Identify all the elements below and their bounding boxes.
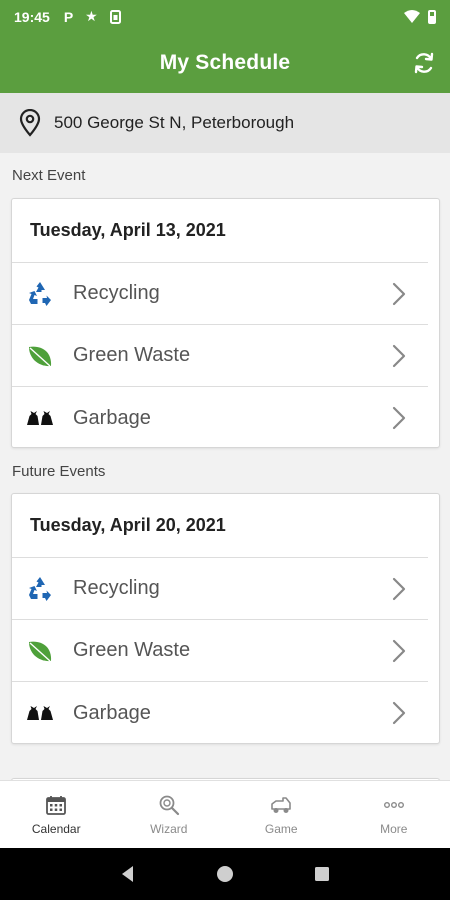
event-item-green-waste[interactable]: Green Waste [12, 325, 428, 387]
truck-icon [271, 796, 292, 813]
star-icon: ★ [85, 8, 98, 24]
status-bar: 19:45 P ★ [0, 0, 450, 33]
garbage-bags-icon [25, 403, 55, 433]
p-icon: P [63, 8, 74, 25]
recents-icon[interactable] [312, 864, 332, 884]
event-item-label: Recycling [73, 577, 160, 599]
event-item-recycling[interactable]: Recycling [12, 263, 428, 325]
event-item-label: Recycling [73, 282, 160, 304]
chevron-right-icon [392, 701, 406, 725]
next-event-card: Tuesday, April 13, 2021 Recycling Green … [11, 198, 440, 448]
event-item-label: Green Waste [73, 639, 191, 661]
location-pin-icon [19, 109, 41, 137]
garbage-bags-icon [25, 698, 55, 728]
wifi-icon [404, 9, 420, 23]
back-icon[interactable] [118, 864, 138, 884]
chevron-right-icon [392, 639, 406, 662]
page-title: My Schedule [159, 51, 291, 74]
nav-label: Game [264, 821, 298, 836]
chevron-right-icon [392, 577, 406, 600]
refresh-icon[interactable] [412, 51, 436, 75]
event-item-garbage[interactable]: Garbage [12, 387, 428, 449]
nav-calendar[interactable]: Calendar [0, 781, 113, 848]
recycling-icon [25, 279, 55, 309]
battery-icon [428, 9, 436, 24]
leaf-icon [25, 636, 55, 666]
leaf-icon [25, 341, 55, 371]
event-date: Tuesday, April 13, 2021 [12, 199, 428, 263]
nav-label: More [380, 821, 408, 836]
nav-wizard[interactable]: Wizard [113, 781, 226, 848]
next-event-label: Next Event [12, 167, 86, 184]
future-events-label: Future Events [12, 463, 106, 480]
event-item-garbage[interactable]: Garbage [12, 682, 428, 744]
chevron-right-icon [392, 406, 406, 430]
sim-icon [109, 9, 121, 24]
recycling-icon [25, 574, 55, 604]
future-event-card: Tuesday, April 20, 2021 Recycling Green … [11, 493, 440, 744]
app-header: 19:45 P ★ My Schedule [0, 0, 450, 93]
chevron-right-icon [392, 344, 406, 367]
address-bar[interactable]: 500 George St N, Peterborough [0, 93, 450, 153]
bottom-navigation: Calendar Wizard Game More [0, 780, 450, 848]
home-icon[interactable] [215, 864, 235, 884]
chevron-right-icon [392, 282, 406, 305]
nav-label: Wizard [150, 821, 188, 836]
status-time: 19:45 [14, 8, 50, 25]
magnifier-icon [159, 795, 179, 815]
event-item-label: Garbage [73, 406, 151, 429]
event-item-label: Green Waste [73, 344, 191, 366]
nav-label: Calendar [31, 821, 81, 836]
calendar-icon [46, 795, 67, 815]
more-dots-icon [383, 801, 404, 808]
event-item-label: Garbage [73, 701, 151, 724]
event-item-green-waste[interactable]: Green Waste [12, 620, 428, 682]
event-item-recycling[interactable]: Recycling [12, 558, 428, 620]
event-date: Tuesday, April 20, 2021 [12, 494, 428, 558]
nav-more[interactable]: More [338, 781, 450, 848]
nav-game[interactable]: Game [225, 781, 338, 848]
system-navigation-bar [0, 848, 450, 900]
address-text: 500 George St N, Peterborough [54, 113, 295, 132]
